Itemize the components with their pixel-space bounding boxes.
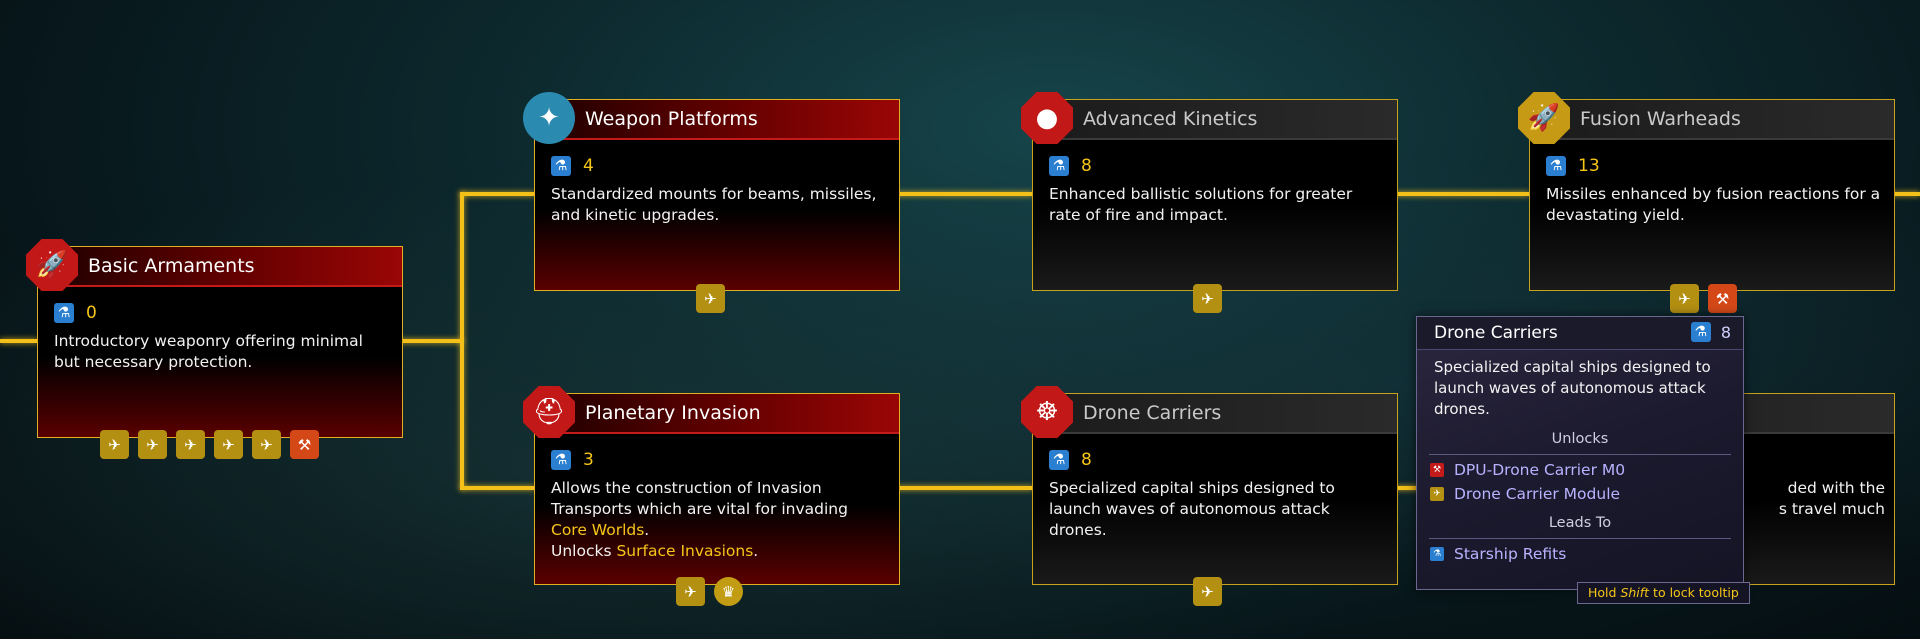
connector-to-weapon-platforms <box>460 192 535 196</box>
unlocks-row-drone-carriers: ✈ <box>1193 577 1222 606</box>
module-unlock-icon[interactable]: ✈ <box>676 577 705 606</box>
module-unlock-icon[interactable]: ✈ <box>696 284 725 313</box>
tech-card-basic-armaments[interactable]: Basic Armaments 🚀 ⚗ 0 Introductory weapon… <box>26 239 403 438</box>
flask-icon: ⚗ <box>1690 322 1711 342</box>
flask-icon: ⚗ <box>551 156 571 176</box>
connector-left-in <box>0 339 38 343</box>
card-description: Enhanced ballistic solutions for greater… <box>1049 185 1353 224</box>
card-description: Standardized mounts for beams, missiles,… <box>551 185 877 224</box>
module-unlock-icon[interactable]: ✈ <box>1670 284 1699 313</box>
research-cost: 0 <box>86 303 97 323</box>
leads-to-item[interactable]: ⚗ Starship Refits <box>1430 545 1566 563</box>
card-title: Basic Armaments <box>38 247 402 287</box>
unlocks-heading: Unlocks <box>1551 431 1609 447</box>
module-unlock-icon[interactable]: ✈ <box>100 430 129 459</box>
ship-unlock-icon[interactable]: ⚒ <box>1708 284 1737 313</box>
tech-card-planetary-invasion[interactable]: Planetary Invasion ⛑ ⚗ 3 Allows the const… <box>523 386 900 585</box>
unlocks-row-advanced-kinetics: ✈ <box>1193 284 1222 313</box>
flask-icon: ⚗ <box>1430 547 1444 561</box>
connector-branch-vertical <box>460 192 464 489</box>
leads-to-heading: Leads To <box>1548 515 1612 531</box>
research-cost: 8 <box>1081 450 1092 470</box>
ship-unlock-icon: ⚒ <box>1430 463 1444 477</box>
research-cost: 13 <box>1578 156 1600 176</box>
unlocks-row-planetary-invasion: ✈ ♛ <box>676 577 743 606</box>
card-title: Fusion Warheads <box>1530 100 1894 140</box>
card-description: Allows the construction of Invasion Tran… <box>551 479 848 560</box>
crown-icon[interactable]: ♛ <box>714 577 743 606</box>
module-unlock-icon: ✈ <box>1430 487 1444 501</box>
flask-icon: ⚗ <box>551 450 571 470</box>
card-description: Missiles enhanced by fusion reactions fo… <box>1546 185 1881 224</box>
flask-icon: ⚗ <box>1546 156 1566 176</box>
module-unlock-icon[interactable]: ✈ <box>1193 284 1222 313</box>
card-title: Weapon Platforms <box>535 100 899 140</box>
connector-pi-dc <box>884 486 1033 490</box>
tech-card-drone-carriers[interactable]: Drone Carriers ☸ ⚗ 8 Specialized capital … <box>1021 386 1398 585</box>
tooltip-title: Drone Carriers <box>1434 323 1558 343</box>
tooltip-header: Drone Carriers ⚗ 8 <box>1417 317 1743 350</box>
divider <box>1429 454 1731 455</box>
card-title: Advanced Kinetics <box>1033 100 1397 140</box>
ship-unlock-icon[interactable]: ⚒ <box>290 430 319 459</box>
link-core-worlds[interactable]: Core Worlds <box>551 521 644 539</box>
link-surface-invasions[interactable]: Surface Invasions <box>616 542 753 560</box>
card-description: Introductory weaponry offering minimal b… <box>54 332 363 371</box>
card-title: Planetary Invasion <box>535 394 899 434</box>
unlock-item-ship[interactable]: ⚒ DPU-Drone Carrier M0 <box>1430 461 1625 479</box>
connector-wp-ak <box>884 192 1033 196</box>
tooltip-description: Specialized capital ships designed to la… <box>1434 358 1711 418</box>
connector-to-planetary-invasion <box>460 486 535 490</box>
divider <box>1429 538 1731 539</box>
tech-card-fusion-warheads[interactable]: Fusion Warheads 🚀 ⚗ 13 Missiles enhanced … <box>1518 92 1895 291</box>
flask-icon: ⚗ <box>54 303 74 323</box>
tech-card-weapon-platforms[interactable]: Weapon Platforms ✦ ⚗ 4 Standardized mount… <box>523 92 900 291</box>
research-cost: 4 <box>583 156 594 176</box>
projectile-icon: ● <box>1021 92 1073 144</box>
tooltip-panel: Drone Carriers ⚗ 8 Specialized capital sh… <box>1416 316 1744 590</box>
unlocks-row-basic-armaments: ✈ ✈ ✈ ✈ ✈ ⚒ <box>100 430 319 459</box>
warhead-icon: 🚀 <box>1518 92 1570 144</box>
lock-tooltip-hint: Hold Shift to lock tooltip <box>1577 582 1750 604</box>
unlocks-row-fusion-warheads: ✈ ⚒ <box>1670 284 1737 313</box>
module-unlock-icon[interactable]: ✈ <box>214 430 243 459</box>
module-unlock-icon[interactable]: ✈ <box>176 430 205 459</box>
flask-icon: ⚗ <box>1049 450 1069 470</box>
research-cost: 3 <box>583 450 594 470</box>
unlocks-row-weapon-platforms: ✈ <box>696 284 725 313</box>
card-title: Drone Carriers <box>1033 394 1397 434</box>
card-description: Specialized capital ships designed to la… <box>1049 479 1335 539</box>
tooltip-cost: 8 <box>1720 322 1731 342</box>
connector-ak-fw <box>1382 192 1529 196</box>
module-unlock-icon[interactable]: ✈ <box>252 430 281 459</box>
mount-icon: ✦ <box>523 92 575 144</box>
research-cost: 8 <box>1081 156 1092 176</box>
module-unlock-icon[interactable]: ✈ <box>1193 577 1222 606</box>
tech-card-advanced-kinetics[interactable]: Advanced Kinetics ● ⚗ 8 Enhanced ballisti… <box>1021 92 1398 291</box>
unlock-item-module[interactable]: ✈ Drone Carrier Module <box>1430 485 1620 503</box>
module-unlock-icon[interactable]: ✈ <box>138 430 167 459</box>
flask-icon: ⚗ <box>1049 156 1069 176</box>
drone-icon: ☸ <box>1021 386 1073 438</box>
